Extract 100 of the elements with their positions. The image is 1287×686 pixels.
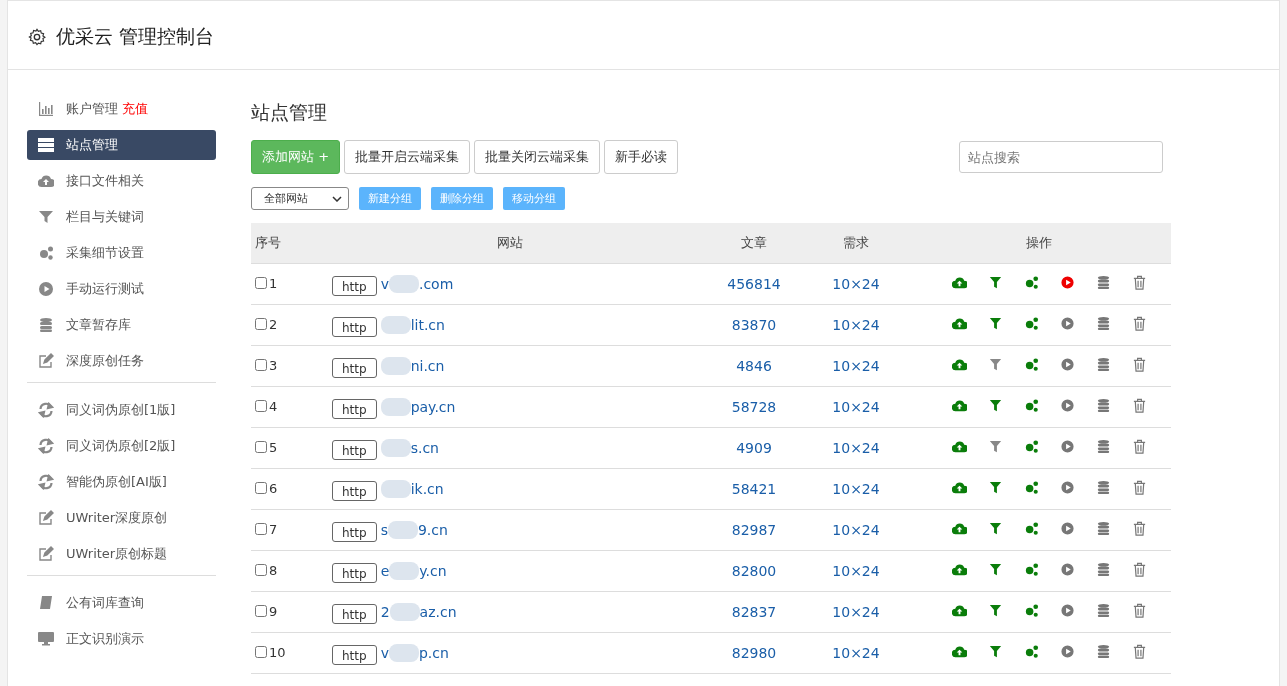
database-icon[interactable] (1095, 521, 1111, 536)
sidebar-item[interactable]: 站点管理 (27, 130, 216, 160)
article-count[interactable]: 4909 (736, 440, 772, 456)
article-count[interactable]: 58728 (731, 399, 777, 415)
demand-value[interactable]: 10×24 (832, 399, 880, 415)
filter-icon[interactable] (987, 644, 1003, 659)
sidebar-item[interactable]: UWriter深度原创 (27, 503, 216, 533)
group-select[interactable]: 全部网站 (251, 187, 349, 210)
database-icon[interactable] (1095, 480, 1111, 495)
play-icon[interactable] (1059, 521, 1075, 536)
site-link[interactable]: s 9.cn (380, 521, 448, 539)
sidebar-item[interactable]: UWriter原创标题 (27, 539, 216, 569)
site-link[interactable]: 2 az.cn (380, 603, 457, 621)
play-icon[interactable] (1059, 275, 1075, 290)
trash-icon[interactable] (1131, 521, 1147, 536)
search-field[interactable]: 站点搜索 (959, 141, 1163, 173)
filter-icon[interactable] (987, 275, 1003, 290)
row-checkbox[interactable] (255, 523, 267, 536)
site-link[interactable]: ik.cn (380, 480, 444, 498)
play-icon[interactable] (1059, 644, 1075, 659)
sidebar-item[interactable]: 手动运行测试 (27, 274, 216, 304)
database-icon[interactable] (1095, 357, 1111, 372)
toolbar-button[interactable]: 批量关闭云端采集 (474, 140, 601, 174)
trash-icon[interactable] (1131, 562, 1147, 577)
demand-value[interactable]: 10×24 (832, 317, 880, 333)
cloud-upload-icon[interactable] (951, 357, 967, 372)
article-count[interactable]: 82800 (731, 563, 777, 579)
filter-icon[interactable] (987, 603, 1003, 618)
cloud-upload-icon[interactable] (951, 644, 967, 659)
play-icon[interactable] (1059, 480, 1075, 495)
site-link[interactable]: v .com (380, 275, 454, 293)
site-link[interactable]: ni.cn (380, 357, 445, 375)
play-icon[interactable] (1059, 603, 1075, 618)
article-count[interactable]: 58421 (731, 481, 777, 497)
site-link[interactable]: lit.cn (380, 316, 445, 334)
database-icon[interactable] (1095, 439, 1111, 454)
filter-icon[interactable] (987, 357, 1003, 372)
filter-icon[interactable] (987, 521, 1003, 536)
row-checkbox[interactable] (255, 441, 267, 454)
row-checkbox[interactable] (255, 646, 267, 659)
article-count[interactable]: 456814 (727, 276, 781, 292)
trash-icon[interactable] (1131, 357, 1147, 372)
site-link[interactable]: v p.cn (380, 644, 449, 662)
article-count[interactable]: 82837 (731, 604, 777, 620)
database-icon[interactable] (1095, 644, 1111, 659)
demand-value[interactable]: 10×24 (832, 276, 880, 292)
site-link[interactable]: pay.cn (380, 398, 456, 416)
demand-value[interactable]: 10×24 (832, 645, 880, 661)
sidebar-item[interactable]: 深度原创任务 (27, 346, 216, 376)
filter-icon[interactable] (987, 439, 1003, 454)
sidebar-item[interactable]: 文章暂存库 (27, 310, 216, 340)
row-checkbox[interactable] (255, 564, 267, 577)
cloud-upload-icon[interactable] (951, 480, 967, 495)
toolbar-button[interactable]: 批量开启云端采集 (344, 140, 471, 174)
row-checkbox[interactable] (255, 605, 267, 618)
filter-icon[interactable] (987, 316, 1003, 331)
play-icon[interactable] (1059, 398, 1075, 413)
site-link[interactable]: e y.cn (380, 562, 447, 580)
sidebar-item[interactable]: 接口文件相关 (27, 166, 216, 196)
recharge-link[interactable]: 充值 (122, 100, 148, 118)
sidebar-item[interactable]: 智能伪原创[AI版] (27, 467, 216, 497)
article-count[interactable]: 82980 (731, 645, 777, 661)
cloud-upload-icon[interactable] (951, 603, 967, 618)
cloud-upload-icon[interactable] (951, 439, 967, 454)
sidebar-item[interactable]: 同义词伪原创[1版] (27, 395, 216, 425)
toolbar-button[interactable]: 新手必读 (604, 140, 679, 174)
trash-icon[interactable] (1131, 275, 1147, 290)
sidebar-item[interactable]: 栏目与关键词 (27, 202, 216, 232)
database-icon[interactable] (1095, 562, 1111, 577)
sidebar-item[interactable]: 公有词库查询 (27, 588, 216, 618)
row-checkbox[interactable] (255, 318, 267, 331)
trash-icon[interactable] (1131, 398, 1147, 413)
trash-icon[interactable] (1131, 439, 1147, 454)
database-icon[interactable] (1095, 275, 1111, 290)
database-icon[interactable] (1095, 603, 1111, 618)
article-count[interactable]: 82987 (731, 522, 777, 538)
demand-value[interactable]: 10×24 (832, 563, 880, 579)
play-icon[interactable] (1059, 316, 1075, 331)
row-checkbox[interactable] (255, 359, 267, 372)
database-icon[interactable] (1095, 398, 1111, 413)
demand-value[interactable]: 10×24 (832, 604, 880, 620)
row-checkbox[interactable] (255, 277, 267, 290)
play-icon[interactable] (1059, 357, 1075, 372)
demand-value[interactable]: 10×24 (832, 440, 880, 456)
demand-value[interactable]: 10×24 (832, 522, 880, 538)
row-checkbox[interactable] (255, 400, 267, 413)
sidebar-item[interactable]: 采集细节设置 (27, 238, 216, 268)
sidebar-item[interactable]: 账户管理 充值 (27, 94, 216, 124)
sidebar-item[interactable]: 正文识别演示 (27, 624, 216, 654)
sidebar-item[interactable]: 同义词伪原创[2版] (27, 431, 216, 461)
trash-icon[interactable] (1131, 316, 1147, 331)
filter-icon[interactable] (987, 398, 1003, 413)
cloud-upload-icon[interactable] (951, 316, 967, 331)
demand-value[interactable]: 10×24 (832, 481, 880, 497)
filter-icon[interactable] (987, 480, 1003, 495)
trash-icon[interactable] (1131, 644, 1147, 659)
demand-value[interactable]: 10×24 (832, 358, 880, 374)
row-checkbox[interactable] (255, 482, 267, 495)
article-count[interactable]: 4846 (736, 358, 772, 374)
filter-icon[interactable] (987, 562, 1003, 577)
